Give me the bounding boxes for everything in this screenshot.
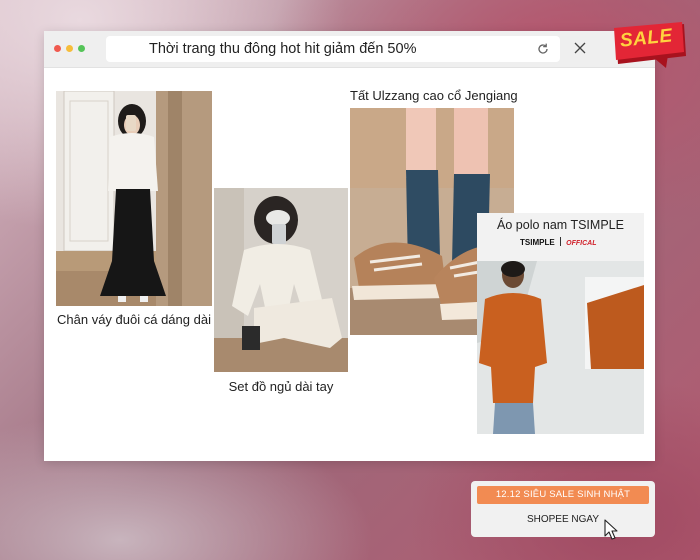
product-image-pajama[interactable] <box>214 188 348 372</box>
minimize-window-button[interactable] <box>66 45 73 52</box>
product-caption-socks: Tất Ulzzang cao cổ Jengiang <box>350 88 518 103</box>
title-bar: Thời trang thu đông hot hit giảm đến 50% <box>44 31 655 68</box>
polo-brand-logo: TSIMPLE OFFICAL <box>520 237 610 249</box>
address-text: Thời trang thu đông hot hit giảm đến 50% <box>149 41 417 57</box>
mouse-cursor-icon <box>604 519 618 540</box>
polo-brand-tag: OFFICAL <box>566 240 597 247</box>
close-window-button[interactable] <box>54 45 61 52</box>
product-caption-skirt: Chân váy đuôi cá dáng dài <box>57 312 211 327</box>
close-icon[interactable] <box>574 42 586 54</box>
reload-icon[interactable] <box>536 42 550 56</box>
cta-panel: 12.12 SIÊU SALE SINH NHẬT SHOPEE NGAY <box>471 481 655 537</box>
polo-brand-name: TSIMPLE <box>520 238 555 247</box>
address-bar[interactable]: Thời trang thu đông hot hit giảm đến 50% <box>106 36 560 62</box>
product-caption-pajama: Set đồ ngủ dài tay <box>228 379 334 394</box>
product-caption-polo: Áo polo nam TSIMPLE <box>497 218 624 232</box>
promo-button[interactable]: 12.12 SIÊU SALE SINH NHẬT <box>477 486 649 504</box>
maximize-window-button[interactable] <box>78 45 85 52</box>
sale-badge: SALE <box>610 22 690 70</box>
product-image-skirt[interactable] <box>56 91 212 306</box>
shop-now-button[interactable]: SHOPEE NGAY <box>477 511 649 529</box>
